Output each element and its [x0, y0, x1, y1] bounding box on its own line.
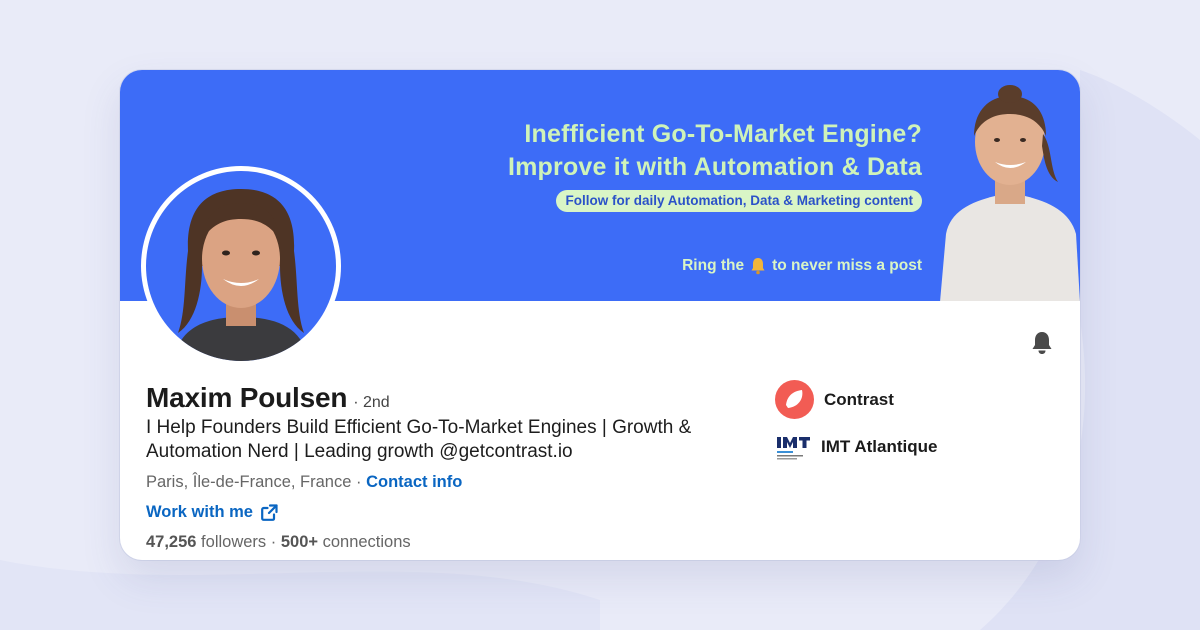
company-imt-atlantique[interactable]: IMT Atlantique — [775, 432, 937, 462]
bell-emoji-icon — [750, 257, 766, 275]
company-name-contrast: Contrast — [824, 389, 894, 409]
connection-degree: · 2nd — [353, 394, 390, 411]
banner-headline-line1: Inefficient Go-To-Market Engine? — [524, 120, 922, 148]
external-link-icon — [261, 504, 278, 521]
imt-logo-icon — [777, 437, 810, 460]
profile-name-row: Maxim Poulsen · 2nd — [146, 382, 390, 414]
banner-headline-line2: Improve it with Automation & Data — [507, 153, 922, 181]
banner-ring-text: Ring the to never miss a post — [682, 255, 922, 277]
banner-person-photo — [940, 85, 1080, 301]
work-with-me-label: Work with me — [146, 503, 253, 521]
profile-headline: I Help Founders Build Efficient Go-To-Ma… — [146, 417, 692, 462]
banner-ring-after: to never miss a post — [772, 257, 922, 274]
contact-info-link[interactable]: Contact info — [366, 473, 462, 491]
connections-label: connections — [318, 533, 411, 551]
followers-label: followers — [196, 533, 267, 551]
profile-location: Paris, Île-de-France, France — [146, 473, 352, 491]
banner-headline: Inefficient Go-To-Market Engine? Improve… — [508, 118, 922, 184]
location-separator: · — [351, 473, 367, 491]
profile-name: Maxim Poulsen — [146, 382, 348, 413]
followers-count[interactable]: 47,256 — [146, 533, 196, 551]
profile-card: Inefficient Go-To-Market Engine? Improve… — [120, 70, 1080, 560]
banner-pill: Follow for daily Automation, Data & Mark… — [556, 190, 922, 212]
connections-count[interactable]: 500+ — [281, 533, 318, 551]
profile-avatar[interactable] — [146, 171, 336, 361]
stats-separator: · — [266, 533, 281, 551]
work-with-me-link[interactable]: Work with me — [146, 503, 278, 522]
company-contrast[interactable]: Contrast — [775, 380, 894, 419]
network-stats: 47,256 followers · 500+ connections — [146, 533, 411, 552]
contrast-logo-icon — [775, 380, 814, 419]
notify-bell-button[interactable] — [1029, 330, 1055, 356]
banner-ring-before: Ring the — [682, 257, 745, 274]
bell-icon — [1032, 332, 1052, 354]
location-row: Paris, Île-de-France, France · Contact i… — [146, 473, 462, 492]
company-name-imt: IMT Atlantique — [821, 437, 938, 456]
